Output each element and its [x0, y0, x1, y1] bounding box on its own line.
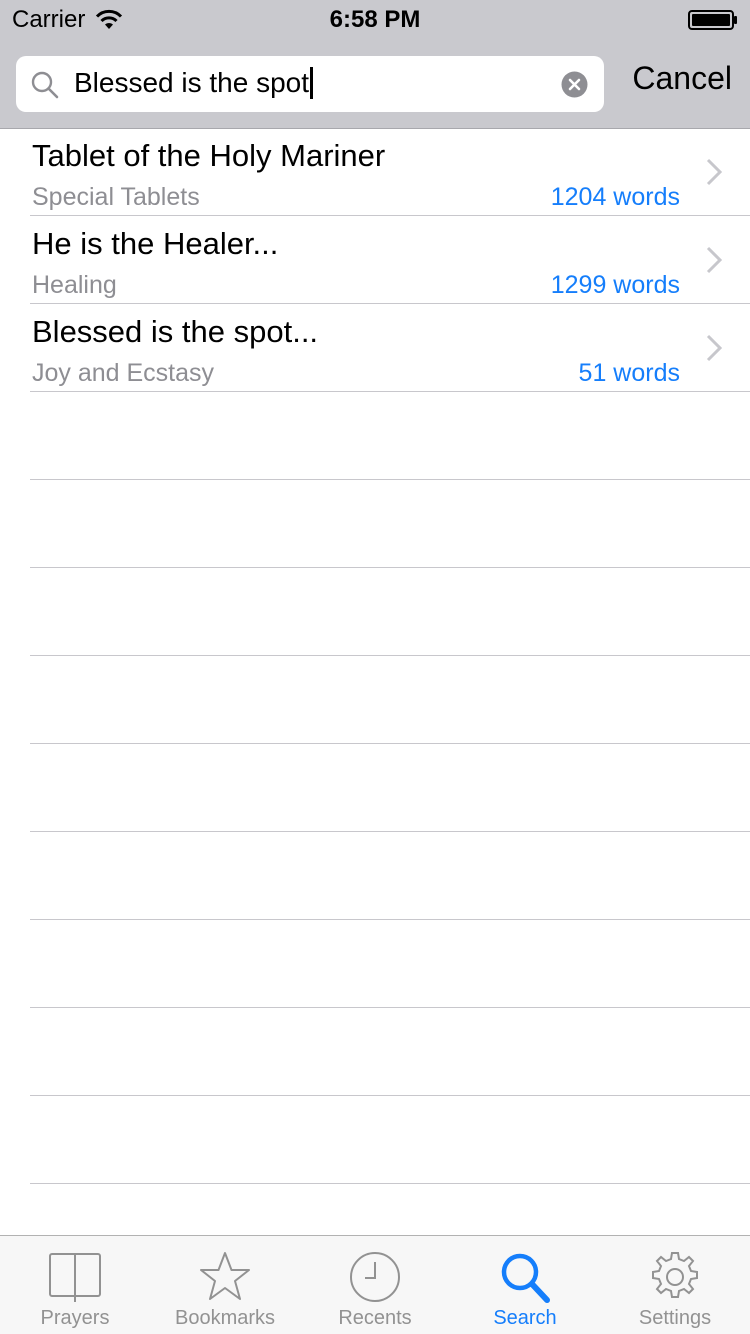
- tab-prayers[interactable]: Prayers: [0, 1236, 150, 1334]
- cancel-button[interactable]: Cancel: [632, 60, 732, 97]
- tab-search[interactable]: Search: [450, 1236, 600, 1334]
- tab-label: Settings: [638, 1307, 712, 1329]
- chevron-right-icon: [706, 158, 722, 186]
- result-category: Joy and Ecstasy: [32, 359, 215, 387]
- chevron-right-icon: [706, 246, 722, 274]
- tab-bookmarks[interactable]: Bookmarks: [150, 1236, 300, 1334]
- app-screen: Carrier 6:58 PM Blessed is the spot Canc…: [0, 0, 750, 1334]
- empty-row: [30, 656, 750, 744]
- result-category: Healing: [32, 271, 117, 299]
- battery-icon: [688, 10, 737, 30]
- result-title: Blessed is the spot...: [32, 314, 319, 349]
- empty-row: [30, 392, 750, 480]
- empty-row: [30, 568, 750, 656]
- search-icon: [501, 1253, 550, 1303]
- tab-settings[interactable]: Settings: [600, 1236, 750, 1334]
- tab-recents[interactable]: Recents: [300, 1236, 450, 1334]
- result-title: He is the Healer...: [32, 226, 279, 261]
- tab-label: Bookmarks: [174, 1307, 276, 1329]
- search-icon: [31, 71, 59, 99]
- clear-icon[interactable]: [561, 71, 588, 98]
- search-field[interactable]: Blessed is the spot: [16, 56, 604, 112]
- chevron-right-icon: [706, 334, 722, 362]
- text-cursor: [310, 66, 314, 99]
- tab-label: Prayers: [40, 1307, 110, 1329]
- empty-row: [30, 1008, 750, 1096]
- result-row[interactable]: He is the Healer... Healing 1299 words: [30, 216, 750, 304]
- empty-row: [30, 480, 750, 568]
- star-icon: [200, 1252, 250, 1300]
- result-row[interactable]: Tablet of the Holy Mariner Special Table…: [30, 128, 750, 216]
- result-word-count: 1299 words: [550, 271, 680, 299]
- clock-icon: [350, 1252, 400, 1302]
- search-input[interactable]: Blessed is the spot: [74, 66, 314, 101]
- result-word-count: 1204 words: [550, 183, 680, 211]
- search-query-text: Blessed is the spot: [74, 67, 310, 98]
- result-row[interactable]: Blessed is the spot... Joy and Ecstasy 5…: [30, 304, 750, 392]
- empty-row: [30, 920, 750, 1008]
- result-word-count: 51 words: [578, 359, 680, 387]
- gear-icon: [652, 1252, 698, 1298]
- empty-row: [30, 832, 750, 920]
- search-results-list: Tablet of the Holy Mariner Special Table…: [0, 128, 750, 1184]
- tab-bar: Prayers Bookmarks Recents Search Setting…: [0, 1235, 750, 1334]
- empty-row: [30, 744, 750, 832]
- empty-row: [30, 1096, 750, 1184]
- status-bar: Carrier 6:58 PM: [0, 0, 750, 40]
- book-icon: [49, 1253, 101, 1302]
- search-header: Carrier 6:58 PM Blessed is the spot Canc…: [0, 0, 750, 129]
- status-time: 6:58 PM: [329, 6, 421, 33]
- result-title: Tablet of the Holy Mariner: [32, 138, 386, 173]
- result-category: Special Tablets: [32, 183, 200, 211]
- tab-label: Search: [493, 1307, 557, 1329]
- tab-label: Recents: [338, 1307, 412, 1329]
